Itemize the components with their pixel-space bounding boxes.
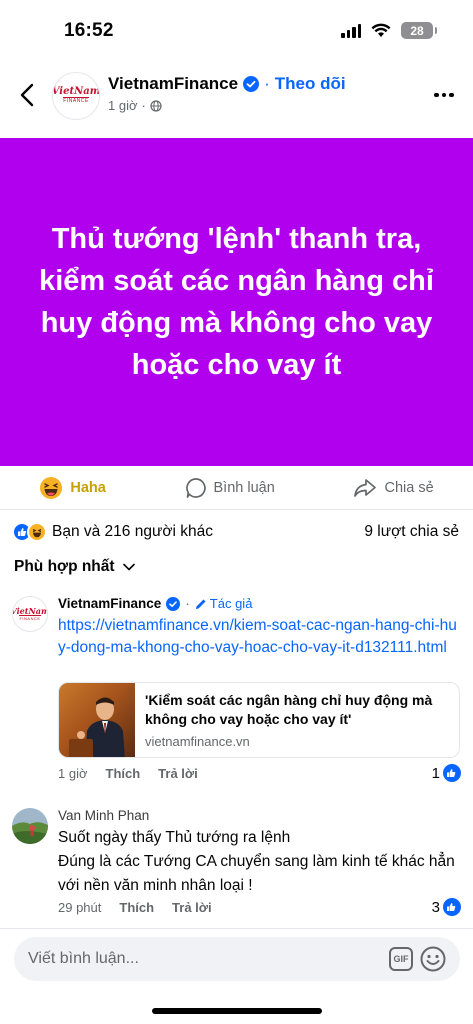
share-button[interactable]: Chia sẻ (353, 478, 434, 498)
comment-item: Van Minh Phan Suốt ngày thấy Thủ tướng r… (12, 808, 461, 920)
comment-like-count: 1 (431, 764, 440, 782)
comment-meta: 29 phút Thích Trả lời (58, 900, 212, 915)
dot (434, 92, 439, 98)
comment-composer: Viết bình luận... GIF (0, 928, 473, 1024)
home-indicator (152, 1008, 322, 1014)
chevron-down-icon (122, 563, 135, 571)
haha-reaction-button[interactable]: Haha (39, 476, 106, 500)
separator-dot: · (141, 98, 146, 113)
comment-sort-selector[interactable]: Phù hợp nhất (14, 558, 135, 576)
verified-badge-icon (166, 596, 181, 611)
reactions-count-text: Bạn và 216 người khác (52, 523, 214, 540)
separator-dot: · (185, 596, 190, 611)
post-time: 1 giờ (108, 98, 138, 113)
gif-button[interactable]: GIF (389, 947, 413, 971)
post-text-card[interactable]: Thủ tướng 'lệnh' thanh tra, kiểm soát cá… (0, 138, 473, 466)
verified-badge-icon (243, 76, 260, 92)
sort-label: Phù hợp nhất (14, 558, 115, 575)
like-reaction-icon (443, 898, 461, 916)
status-time: 16:52 (64, 20, 114, 41)
comment-likes[interactable]: 3 (432, 898, 461, 916)
comment-item: VietNam FINANCE VietnamFinance · Tác giả… (12, 596, 461, 792)
comment-input-placeholder: Viết bình luận... (28, 950, 139, 967)
logo-text-bottom: FINANCE (19, 614, 41, 621)
comment-text-line: Suốt ngày thấy Thủ tướng ra lệnh (58, 829, 291, 846)
comment-button[interactable]: Bình luận (185, 477, 275, 499)
cellular-signal-icon (341, 23, 361, 38)
post-header: VietNam FINANCE VietnamFinance · Theo dõ… (0, 62, 473, 138)
comment-bubble-icon (185, 477, 206, 498)
status-bar: 16:52 28 (0, 0, 473, 62)
link-preview-card[interactable]: 'Kiểm soát các ngân hàng chỉ huy động mà… (58, 682, 460, 758)
page-name[interactable]: VietnamFinance (108, 74, 238, 94)
author-tag-label: Tác giả (209, 596, 253, 611)
commenter-avatar[interactable]: VietNam FINANCE (12, 596, 48, 632)
commenter-avatar[interactable] (12, 808, 48, 844)
haha-emoji-icon (40, 476, 63, 499)
post-meta: 1 giờ · (108, 98, 162, 113)
comment-meta: 1 giờ Thích Trả lời (58, 766, 198, 781)
logo-text-bottom: FINANCE (63, 97, 89, 104)
comment-link[interactable]: https://vietnamfinance.vn/kiem-soat-cac-… (58, 615, 458, 659)
comment-text-line: Đúng là các Tướng CA chuyển sang làm kin… (58, 853, 455, 894)
preview-domain: vietnamfinance.vn (145, 734, 250, 749)
comment-time: 29 phút (58, 900, 102, 915)
pencil-icon (195, 599, 206, 609)
page-avatar[interactable]: VietNam FINANCE (52, 72, 100, 120)
logo-text-top: VietNam (12, 605, 48, 616)
post-stats: Bạn và 216 người khác 9 lượt chia sẻ (12, 518, 459, 546)
preview-body: 'Kiểm soát các ngân hàng chỉ huy động mà… (135, 683, 459, 757)
page-name-row: VietnamFinance · Theo dõi (108, 74, 346, 94)
logo-text-top: VietNam (52, 86, 100, 97)
reply-button[interactable]: Trả lời (172, 900, 212, 915)
haha-label: Haha (70, 479, 106, 496)
follow-button[interactable]: Theo dõi (275, 74, 346, 94)
battery-indicator: 28 (401, 22, 437, 39)
like-comment-button[interactable]: Thích (106, 766, 141, 781)
dot (441, 92, 447, 98)
reactions-summary[interactable]: Bạn và 216 người khác (12, 522, 213, 542)
comment-time: 1 giờ (58, 766, 88, 781)
dot (449, 92, 454, 98)
separator-dot: · (264, 74, 270, 93)
like-comment-button[interactable]: Thích (119, 900, 154, 915)
haha-reaction-icon (27, 522, 47, 542)
chevron-left-icon (20, 83, 34, 107)
post-action-bar: Haha Bình luận Chia sẻ (0, 466, 473, 510)
comment-author[interactable]: VietnamFinance (58, 596, 161, 611)
preview-title: 'Kiểm soát các ngân hàng chỉ huy động mà… (145, 692, 433, 727)
comment-author-row: Van Minh Phan (58, 808, 149, 823)
like-reaction-icon (443, 764, 461, 782)
comment-likes[interactable]: 1 (432, 764, 461, 782)
author-tag: Tác giả (195, 596, 253, 611)
comment-label: Bình luận (213, 479, 275, 496)
share-arrow-icon (354, 478, 377, 497)
more-options-button[interactable] (429, 82, 459, 108)
globe-icon (150, 99, 162, 112)
emoji-icon[interactable] (419, 945, 447, 973)
comment-like-count: 3 (431, 898, 440, 916)
back-button[interactable] (14, 78, 40, 112)
reply-button[interactable]: Trả lời (158, 766, 198, 781)
comment-author-row: VietnamFinance · Tác giả (58, 596, 252, 611)
preview-thumbnail (59, 683, 135, 757)
post-text: Thủ tướng 'lệnh' thanh tra, kiểm soát cá… (39, 223, 434, 381)
comment-author[interactable]: Van Minh Phan (58, 808, 149, 823)
shares-count[interactable]: 9 lượt chia sẻ (364, 523, 459, 541)
share-label: Chia sẻ (384, 479, 434, 496)
status-icons: 28 (341, 22, 437, 39)
reaction-icons (12, 522, 47, 542)
wifi-icon (371, 23, 391, 37)
comment-text: Suốt ngày thấy Thủ tướng ra lệnh Đúng là… (58, 826, 468, 898)
